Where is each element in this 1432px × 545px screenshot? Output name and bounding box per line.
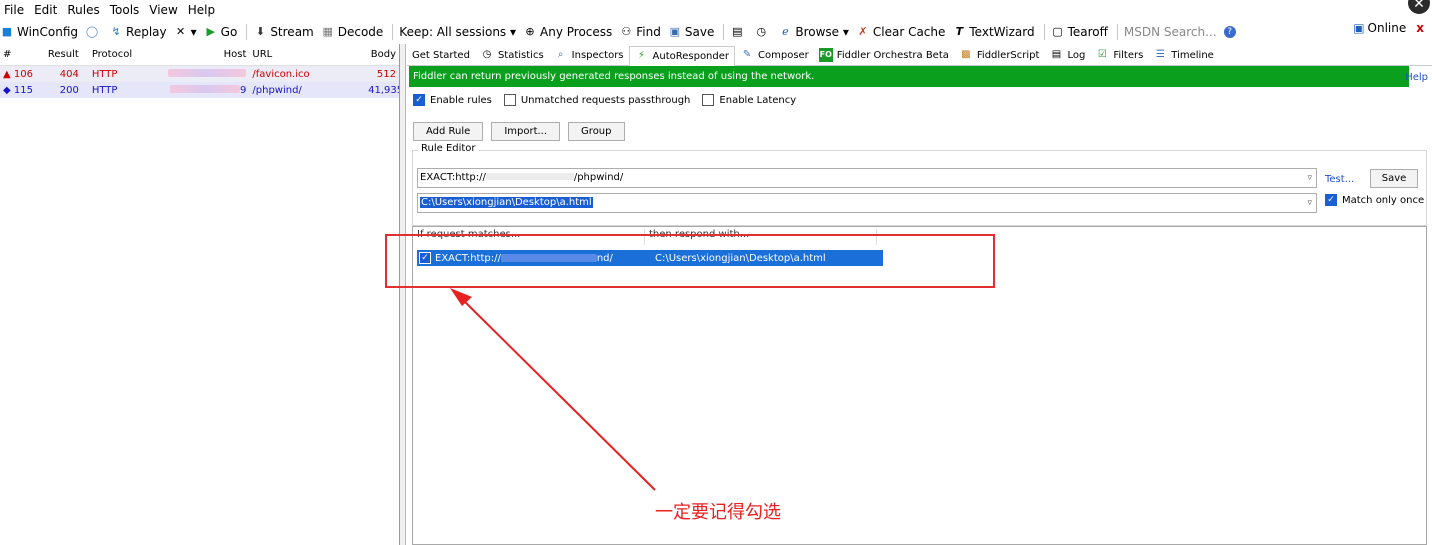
annotation-text: 一定要记得勾选 bbox=[655, 502, 781, 523]
annotation-arrow bbox=[450, 288, 656, 491]
